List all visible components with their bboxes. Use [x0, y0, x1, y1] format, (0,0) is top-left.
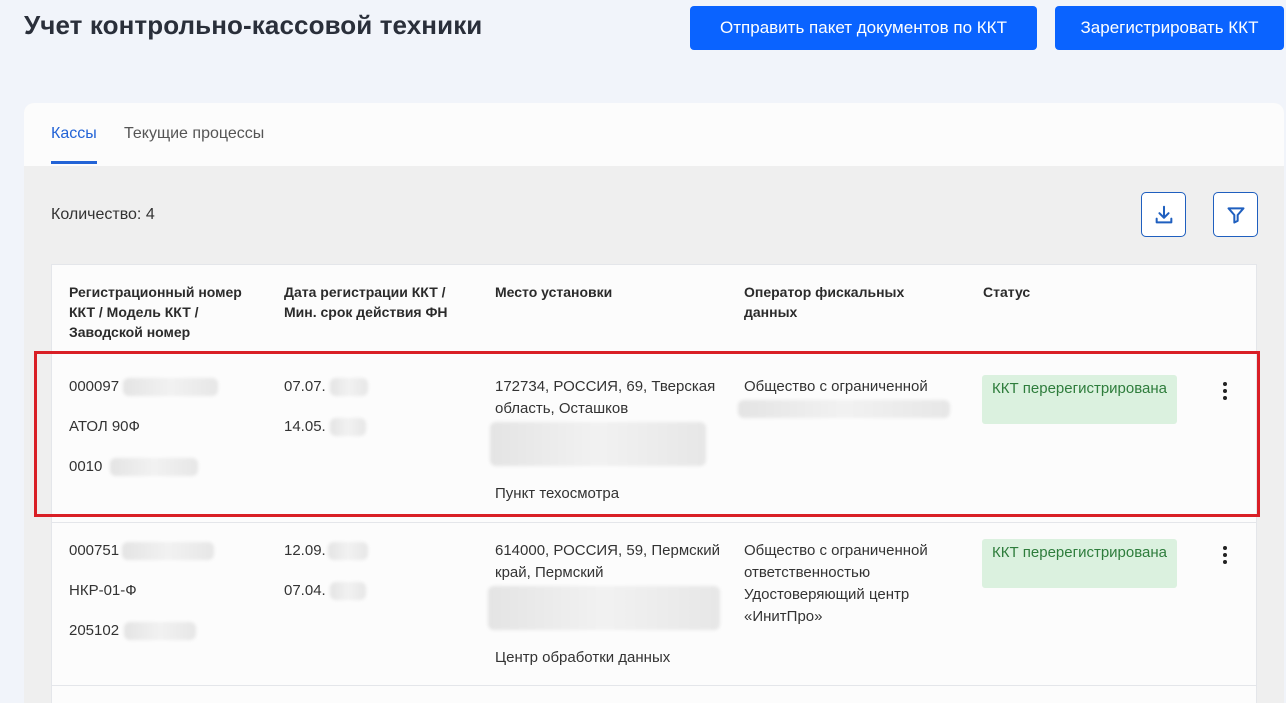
reg-date: 12.09. — [284, 542, 326, 559]
row-divider — [52, 351, 1256, 352]
reg-number: 000097 — [69, 378, 120, 395]
operator: Общество с ограниченной ответственностью… — [744, 542, 928, 625]
column-header-status: Статус — [983, 284, 1031, 300]
download-button[interactable] — [1141, 192, 1186, 237]
kebab-dot — [1223, 546, 1227, 550]
kebab-dot — [1223, 553, 1227, 557]
serial-number: 0010 — [69, 458, 103, 475]
address: 614000, РОССИЯ, 59, Пермский край, Пермс… — [495, 542, 720, 581]
redacted — [328, 542, 368, 560]
filter-icon — [1227, 206, 1244, 223]
register-kkt-button[interactable]: Зарегистрировать ККТ — [1055, 6, 1284, 50]
row-menu-button[interactable] — [1215, 378, 1235, 404]
address: 172734, РОССИЯ, 69, Тверская область, Ос… — [495, 378, 716, 417]
send-documents-button[interactable]: Отправить пакет документов по ККТ — [690, 6, 1037, 50]
place-name: Пункт техосмотра — [495, 485, 620, 502]
row-divider — [52, 685, 1256, 686]
kkt-table: Регистрационный номер ККТ / Модель ККТ /… — [51, 264, 1257, 703]
redacted — [738, 400, 950, 418]
column-header-location: Место установки — [495, 284, 613, 300]
kebab-dot — [1223, 389, 1227, 393]
redacted — [110, 458, 198, 476]
reg-date: 07.07. — [284, 378, 326, 395]
redacted — [124, 622, 196, 640]
place-name: Центр обработки данных — [495, 649, 671, 666]
redacted — [488, 586, 720, 630]
redacted — [122, 542, 214, 560]
column-header-reg-number: Регистрационный номер ККТ / Модель ККТ /… — [69, 284, 242, 340]
page-title: Учет контрольно-кассовой техники — [24, 10, 483, 40]
status-badge: ККТ перерегистрирована — [982, 375, 1177, 424]
redacted — [330, 582, 366, 600]
count-label: Количество: 4 — [51, 206, 155, 223]
row-menu-button[interactable] — [1215, 542, 1235, 568]
redacted — [330, 378, 368, 396]
fn-date: 14.05. — [284, 418, 326, 435]
column-header-operator: Оператор фискальных данных — [744, 284, 905, 320]
tab-current-processes[interactable]: Текущие процессы — [124, 125, 264, 161]
kebab-dot — [1223, 382, 1227, 386]
serial-number: 205102 — [69, 622, 120, 639]
kebab-dot — [1223, 396, 1227, 400]
model: АТОЛ 90Ф — [69, 418, 140, 435]
row-divider — [52, 522, 1256, 523]
reg-number: 000751 — [69, 542, 120, 559]
tab-kassy[interactable]: Кассы — [51, 125, 97, 164]
column-header-reg-date: Дата регистрации ККТ / Мин. срок действи… — [284, 284, 448, 320]
tabs-bar: Кассы Текущие процессы — [24, 103, 1284, 166]
status-badge: ККТ перерегистрирована — [982, 539, 1177, 588]
redacted — [123, 378, 218, 396]
kebab-dot — [1223, 560, 1227, 564]
kkt-card: Кассы Текущие процессы Количество: 4 Рег… — [24, 103, 1284, 703]
redacted — [330, 418, 366, 436]
fn-date: 07.04. — [284, 582, 326, 599]
filter-button[interactable] — [1213, 192, 1258, 237]
download-icon — [1155, 205, 1172, 223]
operator: Общество с ограниченной — [744, 378, 928, 395]
redacted — [490, 422, 706, 466]
model: НКР-01-Ф — [69, 582, 137, 599]
